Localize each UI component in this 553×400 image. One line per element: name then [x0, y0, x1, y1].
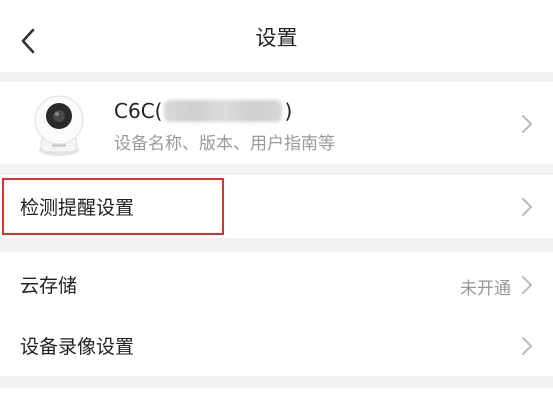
recording-settings-item[interactable]: 设备录像设置: [0, 315, 553, 376]
device-subtitle: 设备名称、版本、用户指南等: [114, 134, 335, 154]
chevron-right-icon: [522, 276, 532, 294]
redacted-serial: [164, 100, 283, 122]
storage-section: 云存储 未开通 设备录像设置: [0, 252, 553, 376]
cloud-storage-item[interactable]: 云存储 未开通: [0, 254, 553, 315]
chevron-right-icon: [522, 198, 532, 216]
highlight-box: [2, 178, 224, 235]
cloud-storage-status: 未开通: [460, 279, 511, 299]
chevron-right-icon: [522, 337, 532, 355]
cloud-storage-label: 云存储: [20, 275, 78, 297]
recording-settings-label: 设备录像设置: [20, 336, 135, 358]
camera-thumbnail: [34, 95, 84, 156]
chevron-right-icon: [522, 115, 532, 133]
page-title: 设置: [255, 26, 298, 50]
navigation-bar: 设置: [0, 0, 553, 72]
device-info-row[interactable]: C6C( ) 设备名称、版本、用户指南等: [0, 82, 553, 164]
next-section: [0, 388, 553, 400]
device-name-prefix: C6C(: [114, 99, 163, 123]
device-name-suffix: ): [284, 99, 293, 123]
device-name: C6C( ): [114, 99, 292, 123]
